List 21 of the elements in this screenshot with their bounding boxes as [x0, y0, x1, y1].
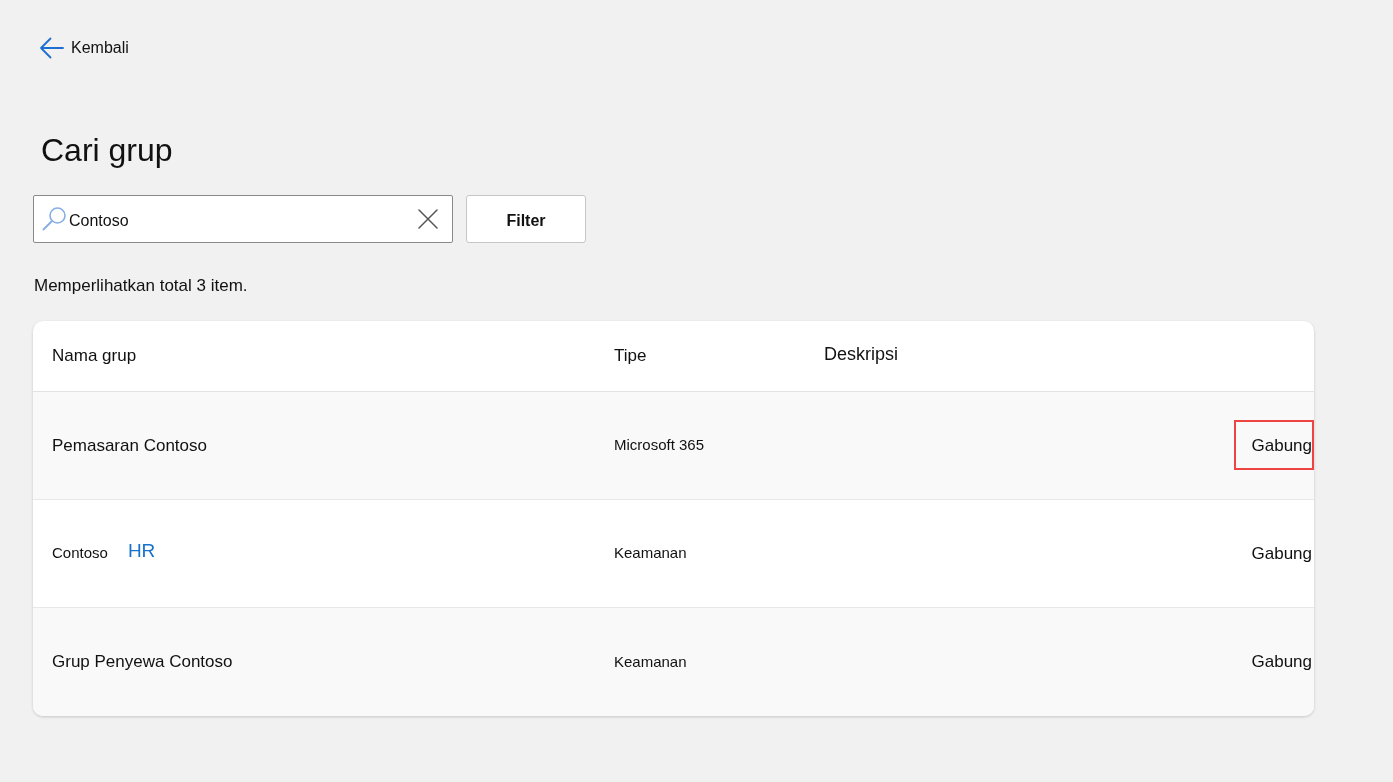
group-type: Keamanan — [614, 652, 687, 670]
group-link[interactable]: HR — [127, 537, 156, 566]
column-header: Nama grup — [52, 346, 137, 366]
column-header: Deskripsi — [824, 344, 898, 365]
page-title: Cari grup — [41, 131, 173, 170]
group-name: Pemasaran Contoso — [52, 434, 207, 457]
back-link[interactable]: Kembali — [39, 32, 129, 64]
group-type: Microsoft 365 — [614, 436, 705, 454]
group-name: Contoso — [52, 543, 108, 564]
close-icon[interactable] — [418, 209, 438, 230]
filter-button[interactable]: Filter — [466, 195, 586, 244]
back-arrow-icon — [39, 37, 64, 59]
join-button[interactable]: Gabung — [1233, 420, 1314, 471]
group-name: Grup Penyewa Contoso — [52, 651, 233, 674]
join-button[interactable]: Gabung — [1233, 636, 1314, 687]
search-icon — [42, 206, 67, 232]
result-count-text: Memperlihatkan total 3 item. — [34, 275, 248, 298]
join-button[interactable]: Gabung — [1233, 528, 1314, 579]
search-field[interactable]: Contoso — [33, 195, 453, 244]
column-header: Tipe — [614, 346, 647, 366]
group-type: Keamanan — [614, 544, 687, 562]
